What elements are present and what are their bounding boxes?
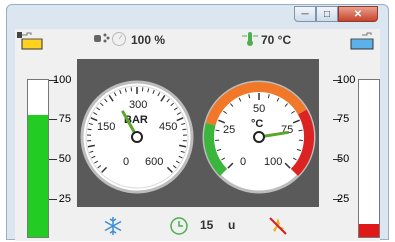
pressure-gauge: 0 150 300 450 600 BAR	[82, 82, 192, 192]
fan-disabled-icon[interactable]	[267, 215, 289, 242]
gauge-outline-icon	[111, 31, 127, 50]
thermometer-icon	[241, 31, 259, 50]
pressure-scale-600: 600	[145, 156, 163, 168]
pressure-scale-300: 300	[129, 99, 147, 111]
left-scale-100: 100	[53, 74, 71, 86]
tank-blue-icon[interactable]	[350, 30, 376, 53]
temp-scale-50: 50	[253, 103, 265, 115]
temperature-gauge: 0 25 50 75 100 °C	[204, 82, 314, 192]
humidity-value: 100 %	[131, 33, 165, 47]
right-scale-25: 25	[337, 193, 355, 205]
temperature-value: 70 °C	[261, 33, 291, 47]
snowflake-icon[interactable]	[103, 216, 123, 241]
gauge-panel: 0 150 300 450 600 BAR 0	[77, 59, 319, 207]
left-scale-50: 50	[53, 153, 71, 165]
left-scale-25: 25	[53, 193, 71, 205]
pressure-scale-150: 150	[97, 121, 115, 133]
temp-scale-100: 100	[264, 156, 282, 168]
clock-icon	[169, 216, 189, 241]
minimize-button[interactable]: ─	[294, 6, 316, 22]
bottom-toolbar: 15 u	[15, 215, 380, 239]
right-scale-100: 100	[337, 74, 355, 86]
spray-icon	[93, 31, 111, 48]
status-toolbar: 100 % 70 °C	[15, 29, 380, 51]
window-controls: ─ □ ✕	[294, 6, 378, 22]
close-button[interactable]: ✕	[338, 6, 378, 22]
counter-unit: u	[228, 218, 235, 232]
tank-yellow-icon[interactable]	[17, 30, 43, 53]
right-scale-75: 75	[337, 113, 355, 125]
right-scale-50: 50	[337, 153, 355, 165]
temperature-unit: °C	[251, 118, 263, 130]
maximize-button[interactable]: □	[316, 6, 338, 22]
client-area: 100 % 70 °C	[15, 29, 380, 241]
left-scale-75: 75	[53, 113, 71, 125]
title-bar: ─ □ ✕	[7, 5, 388, 27]
pressure-scale-450: 450	[159, 121, 177, 133]
temp-scale-0: 0	[240, 156, 246, 168]
pressure-scale-0: 0	[123, 156, 129, 168]
app-window: ─ □ ✕ 100 %	[6, 4, 389, 240]
counter-value: 15	[200, 218, 213, 232]
temp-scale-25: 25	[223, 124, 235, 136]
